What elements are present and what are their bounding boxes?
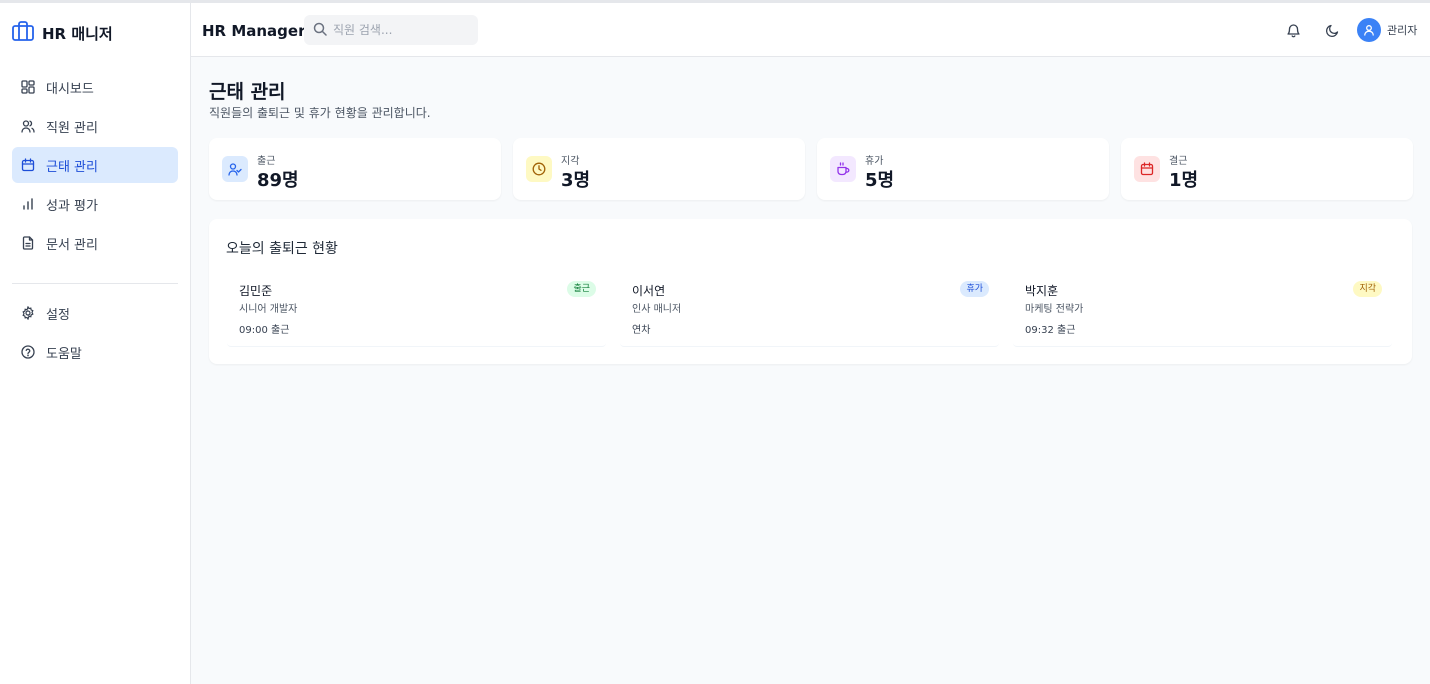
sidebar-item-label: 근태 관리 bbox=[46, 159, 98, 175]
employee-time: 연차 bbox=[632, 325, 651, 336]
employee-card[interactable]: 김민준 시니어 개발자 09:00 출근 출근 bbox=[227, 275, 606, 347]
stat-label: 휴가 bbox=[865, 156, 884, 167]
sidebar-item-label: 문서 관리 bbox=[46, 237, 98, 253]
brand[interactable]: HR 매니저 bbox=[12, 21, 113, 45]
sidebar-nav: 대시보드 직원 관리 근태 관리 성과 평가 문서 관리 bbox=[12, 69, 178, 264]
calendar-icon bbox=[1134, 156, 1160, 182]
sidebar-bottom-nav: 설정 도움말 bbox=[12, 295, 178, 373]
sidebar-item-attendance[interactable]: 근태 관리 bbox=[12, 147, 178, 183]
stat-value: 3명 bbox=[561, 170, 591, 191]
sidebar-item-label: 도움말 bbox=[46, 346, 82, 362]
today-attendance-panel: 오늘의 출퇴근 현황 김민준 시니어 개발자 09:00 출근 출근 이서연 인… bbox=[209, 219, 1412, 364]
employee-name: 박지훈 bbox=[1025, 284, 1059, 298]
user-icon bbox=[1363, 24, 1375, 36]
stat-label: 출근 bbox=[257, 156, 276, 167]
sidebar-item-label: 성과 평가 bbox=[46, 198, 98, 214]
help-icon bbox=[21, 345, 35, 359]
stat-card-present: 출근 89명 bbox=[209, 138, 501, 200]
brand-title: HR 매니저 bbox=[42, 24, 113, 43]
employee-card[interactable]: 박지훈 마케팅 전략가 09:32 출근 지각 bbox=[1013, 275, 1392, 347]
search-input[interactable] bbox=[333, 23, 473, 37]
stat-label: 지각 bbox=[561, 156, 580, 167]
gear-icon bbox=[21, 306, 35, 320]
sidebar-item-documents[interactable]: 문서 관리 bbox=[12, 225, 178, 261]
sidebar-item-help[interactable]: 도움말 bbox=[12, 334, 178, 370]
employee-name: 김민준 bbox=[239, 284, 273, 298]
employee-name: 이서연 bbox=[632, 284, 666, 298]
sidebar-item-label: 직원 관리 bbox=[46, 120, 98, 136]
header-title: HR Manager bbox=[202, 22, 306, 40]
status-badge: 출근 bbox=[567, 281, 596, 297]
user-name: 관리자 bbox=[1387, 24, 1418, 37]
stat-value: 1명 bbox=[1169, 170, 1199, 191]
employee-role: 인사 매니저 bbox=[632, 304, 682, 315]
status-badge: 지각 bbox=[1353, 281, 1382, 297]
stat-label: 결근 bbox=[1169, 156, 1188, 167]
search-icon bbox=[313, 21, 327, 40]
stat-card-absent: 결근 1명 bbox=[1121, 138, 1413, 200]
stat-value: 89명 bbox=[257, 170, 299, 191]
stat-card-late: 지각 3명 bbox=[513, 138, 805, 200]
bar-chart-icon bbox=[21, 197, 35, 211]
sidebar-divider bbox=[12, 283, 178, 284]
sidebar-item-label: 대시보드 bbox=[46, 81, 94, 97]
status-badge: 휴가 bbox=[960, 281, 989, 297]
sidebar-item-dashboard[interactable]: 대시보드 bbox=[12, 69, 178, 105]
users-icon bbox=[21, 119, 35, 133]
search-box[interactable] bbox=[304, 15, 478, 45]
top-header: HR Manager 관리자 bbox=[191, 3, 1430, 57]
page-subtitle: 직원들의 출퇴근 및 휴가 현황을 관리합니다. bbox=[209, 106, 431, 120]
grid-icon bbox=[21, 80, 35, 94]
sidebar-item-performance[interactable]: 성과 평가 bbox=[12, 186, 178, 222]
user-menu[interactable]: 관리자 bbox=[1357, 18, 1417, 42]
employee-time: 09:00 출근 bbox=[239, 325, 290, 336]
moon-icon[interactable] bbox=[1323, 21, 1341, 39]
briefcase-icon bbox=[12, 21, 34, 45]
sidebar-item-employees[interactable]: 직원 관리 bbox=[12, 108, 178, 144]
employee-role: 시니어 개발자 bbox=[239, 304, 298, 315]
calendar-icon bbox=[21, 158, 35, 172]
employee-card[interactable]: 이서연 인사 매니저 연차 휴가 bbox=[620, 275, 999, 347]
clock-icon bbox=[526, 156, 552, 182]
user-check-icon bbox=[222, 156, 248, 182]
panel-title: 오늘의 출퇴근 현황 bbox=[226, 241, 338, 257]
page-title: 근태 관리 bbox=[209, 81, 286, 103]
avatar bbox=[1357, 18, 1381, 42]
employee-time: 09:32 출근 bbox=[1025, 325, 1076, 336]
coffee-icon bbox=[830, 156, 856, 182]
sidebar: HR 매니저 대시보드 직원 관리 근태 관리 성과 평가 문서 관리 설정 도… bbox=[0, 3, 191, 684]
stat-card-vacation: 휴가 5명 bbox=[817, 138, 1109, 200]
stat-value: 5명 bbox=[865, 170, 895, 191]
sidebar-item-label: 설정 bbox=[46, 307, 70, 323]
employee-role: 마케팅 전략가 bbox=[1025, 304, 1084, 315]
bell-icon[interactable] bbox=[1284, 21, 1302, 39]
sidebar-item-settings[interactable]: 설정 bbox=[12, 295, 178, 331]
file-icon bbox=[21, 236, 35, 250]
main-content: 근태 관리 직원들의 출퇴근 및 휴가 현황을 관리합니다. 출근 89명 지각… bbox=[191, 57, 1430, 684]
